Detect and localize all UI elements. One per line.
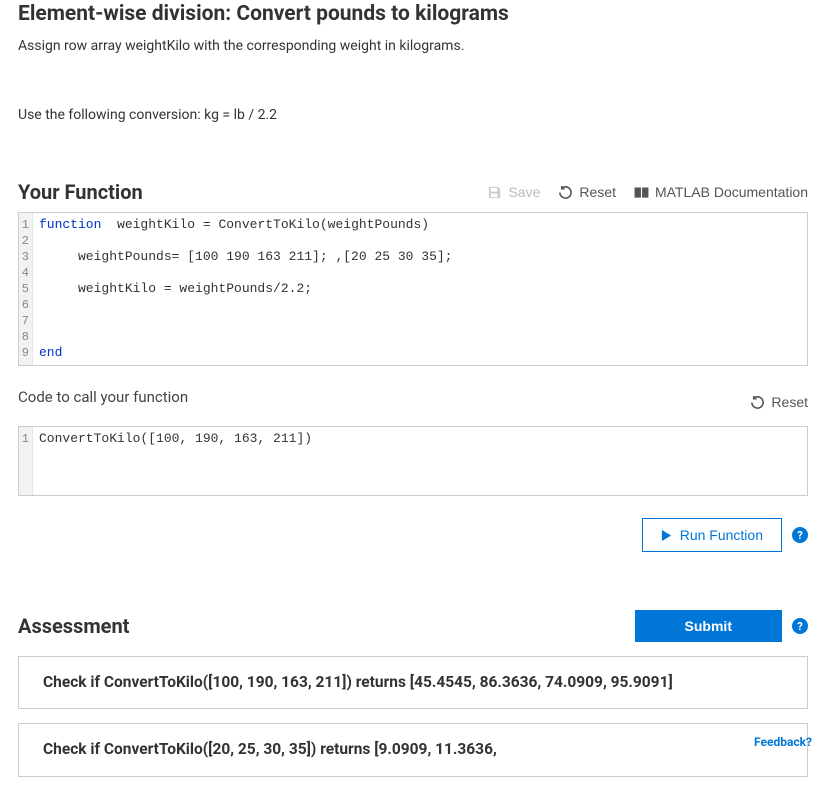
assessment-check: Check if ConvertToKilo([20, 25, 30, 35])… [18, 723, 808, 776]
save-button[interactable]: Save [487, 184, 540, 200]
run-function-label: Run Function [680, 527, 763, 543]
reset-call-label: Reset [771, 394, 808, 410]
book-icon [634, 185, 649, 200]
function-code[interactable]: function weightKilo = ConvertToKilo(weig… [33, 213, 807, 365]
call-gutter: 1 [19, 427, 33, 495]
call-code[interactable]: ConvertToKilo([100, 190, 163, 211]) [33, 427, 807, 495]
assessment-check: Check if ConvertToKilo([100, 190, 163, 2… [18, 656, 808, 709]
reset-function-button[interactable]: Reset [558, 184, 616, 200]
problem-desc-1: Assign row array weightKilo with the cor… [18, 36, 808, 57]
save-icon [487, 185, 502, 200]
help-run-icon[interactable]: ? [792, 527, 808, 543]
reset-icon [750, 395, 765, 410]
function-gutter: 1 2 3 4 5 6 7 8 9 [19, 213, 33, 365]
call-editor[interactable]: 1 ConvertToKilo([100, 190, 163, 211]) [18, 426, 808, 496]
run-function-button[interactable]: Run Function [642, 518, 782, 552]
submit-button[interactable]: Submit [635, 610, 782, 642]
feedback-link[interactable]: Feedback? [754, 735, 812, 749]
function-toolbar: Save Reset MATLAB Documentation [487, 184, 808, 200]
your-function-heading: Your Function [18, 180, 143, 204]
reset-call-button[interactable]: Reset [750, 394, 808, 410]
assessment-heading: Assessment [18, 614, 129, 638]
problem-desc-2: Use the following conversion: kg = lb / … [18, 105, 808, 126]
matlab-docs-button[interactable]: MATLAB Documentation [634, 184, 808, 200]
page-title: Element-wise division: Convert pounds to… [18, 2, 808, 26]
play-icon [661, 529, 672, 542]
save-label: Save [508, 184, 540, 200]
reset-icon [558, 185, 573, 200]
call-function-heading: Code to call your function [18, 388, 188, 406]
help-submit-icon[interactable]: ? [792, 618, 808, 634]
function-editor[interactable]: 1 2 3 4 5 6 7 8 9 function weightKilo = … [18, 212, 808, 366]
reset-function-label: Reset [579, 184, 616, 200]
matlab-docs-label: MATLAB Documentation [655, 184, 808, 200]
